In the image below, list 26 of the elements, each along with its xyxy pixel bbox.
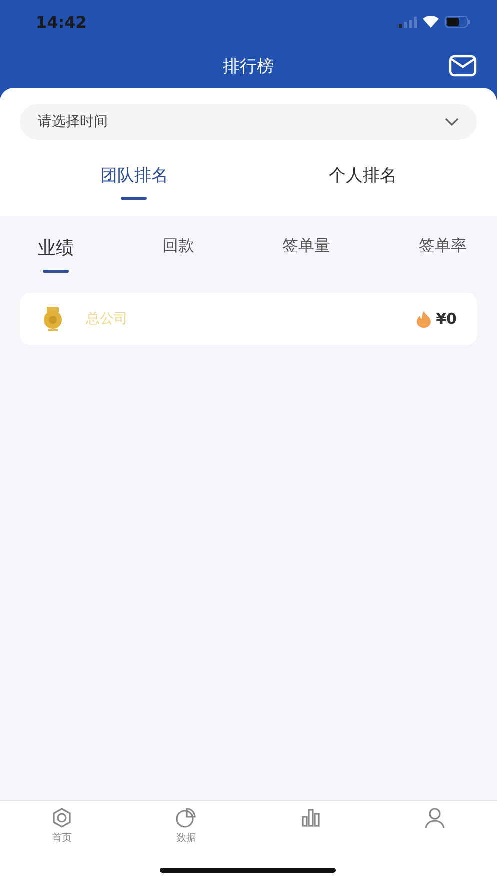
metric-tab[interactable]: 回款 [162,236,194,273]
ranking-row[interactable]: 总公司 ¥0 [20,293,477,345]
status-time: 14:42 [36,12,87,32]
tab-bar-item[interactable]: 首页 [0,801,124,883]
amount: ¥0 [436,310,457,328]
pie-chart-icon [174,807,198,829]
mail-icon[interactable] [449,55,477,77]
signal-icon [399,16,417,28]
bar-chart-icon [300,807,322,829]
user-icon [424,807,446,829]
flame-icon [416,310,432,328]
metric-tab[interactable]: 业绩 [38,236,74,273]
ranking-tab[interactable]: 个人排名 [248,158,477,206]
page-title: 排行榜 [223,56,274,78]
ranking-tab[interactable]: 团队排名 [20,158,248,206]
tab-label: 数据 [176,832,196,845]
metric-tab[interactable]: 签单量 [282,236,331,273]
time-select[interactable]: 请选择时间 [20,104,477,140]
metric-tab[interactable]: 签单率 [418,236,467,273]
team-name: 总公司 [86,310,129,328]
wifi-icon [423,16,439,28]
battery-icon [445,16,471,28]
chevron-down-icon [445,118,459,126]
tab-bar-item[interactable]: 数据 [124,801,248,883]
home-icon [51,807,74,829]
tab-label: 首页 [52,832,72,845]
